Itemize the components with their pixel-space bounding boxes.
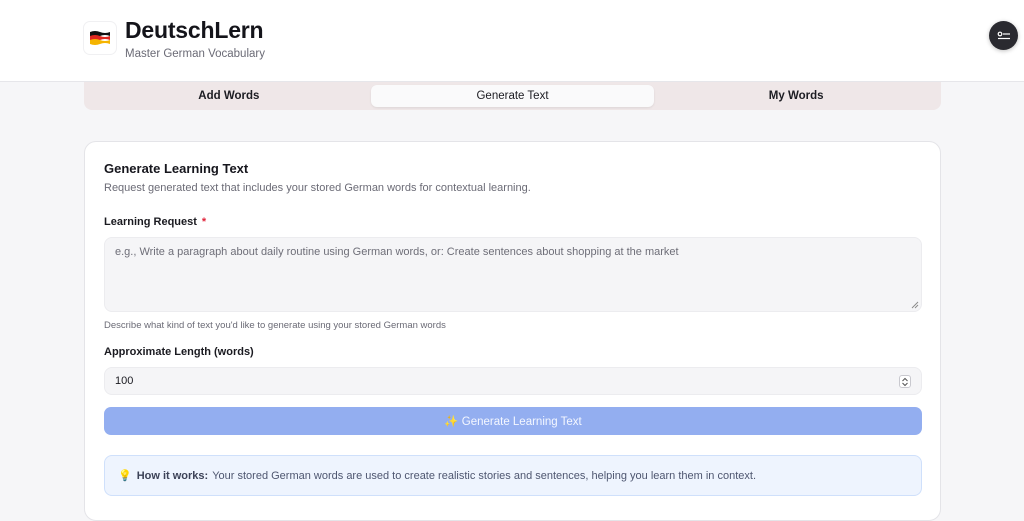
length-stepper[interactable] xyxy=(899,375,911,388)
learning-request-placeholder: e.g., Write a paragraph about daily rout… xyxy=(115,246,679,258)
resize-handle-icon[interactable] xyxy=(911,301,919,309)
length-label: Approximate Length (words) xyxy=(104,346,254,358)
length-value: 100 xyxy=(115,375,134,387)
info-text: Your stored German words are used to cre… xyxy=(212,469,756,482)
tab-my-words[interactable]: My Words xyxy=(654,85,938,107)
settings-button[interactable] xyxy=(989,21,1018,50)
learning-request-hint: Describe what kind of text you'd like to… xyxy=(104,320,446,331)
generate-learning-text-button[interactable]: ✨ Generate Learning Text xyxy=(104,407,922,435)
learning-request-input[interactable]: e.g., Write a paragraph about daily rout… xyxy=(104,237,922,312)
app-header: DeutschLern Master German Vocabulary xyxy=(0,0,1024,82)
app-subtitle: Master German Vocabulary xyxy=(125,48,265,60)
card-description: Request generated text that includes you… xyxy=(104,182,531,194)
length-input[interactable]: 100 xyxy=(104,367,922,395)
app-title: DeutschLern xyxy=(125,17,264,43)
learning-request-label: Learning Request * xyxy=(104,216,206,228)
tab-bar: Add Words Generate Text My Words xyxy=(84,82,941,110)
generate-text-card: Generate Learning Text Request generated… xyxy=(84,141,941,521)
how-it-works-info: 💡 How it works: Your stored German words… xyxy=(104,455,922,496)
toggle-settings-icon xyxy=(997,31,1010,39)
required-marker: * xyxy=(201,216,207,228)
stepper-arrows-icon xyxy=(902,377,908,386)
tab-generate-text[interactable]: Generate Text xyxy=(370,85,655,107)
lightbulb-icon: 💡 xyxy=(118,470,132,482)
info-title: How it works: xyxy=(136,469,209,482)
german-flag-icon xyxy=(84,22,116,54)
card-title: Generate Learning Text xyxy=(104,161,249,176)
learning-request-label-text: Learning Request xyxy=(104,216,197,228)
tab-add-words[interactable]: Add Words xyxy=(87,85,371,107)
